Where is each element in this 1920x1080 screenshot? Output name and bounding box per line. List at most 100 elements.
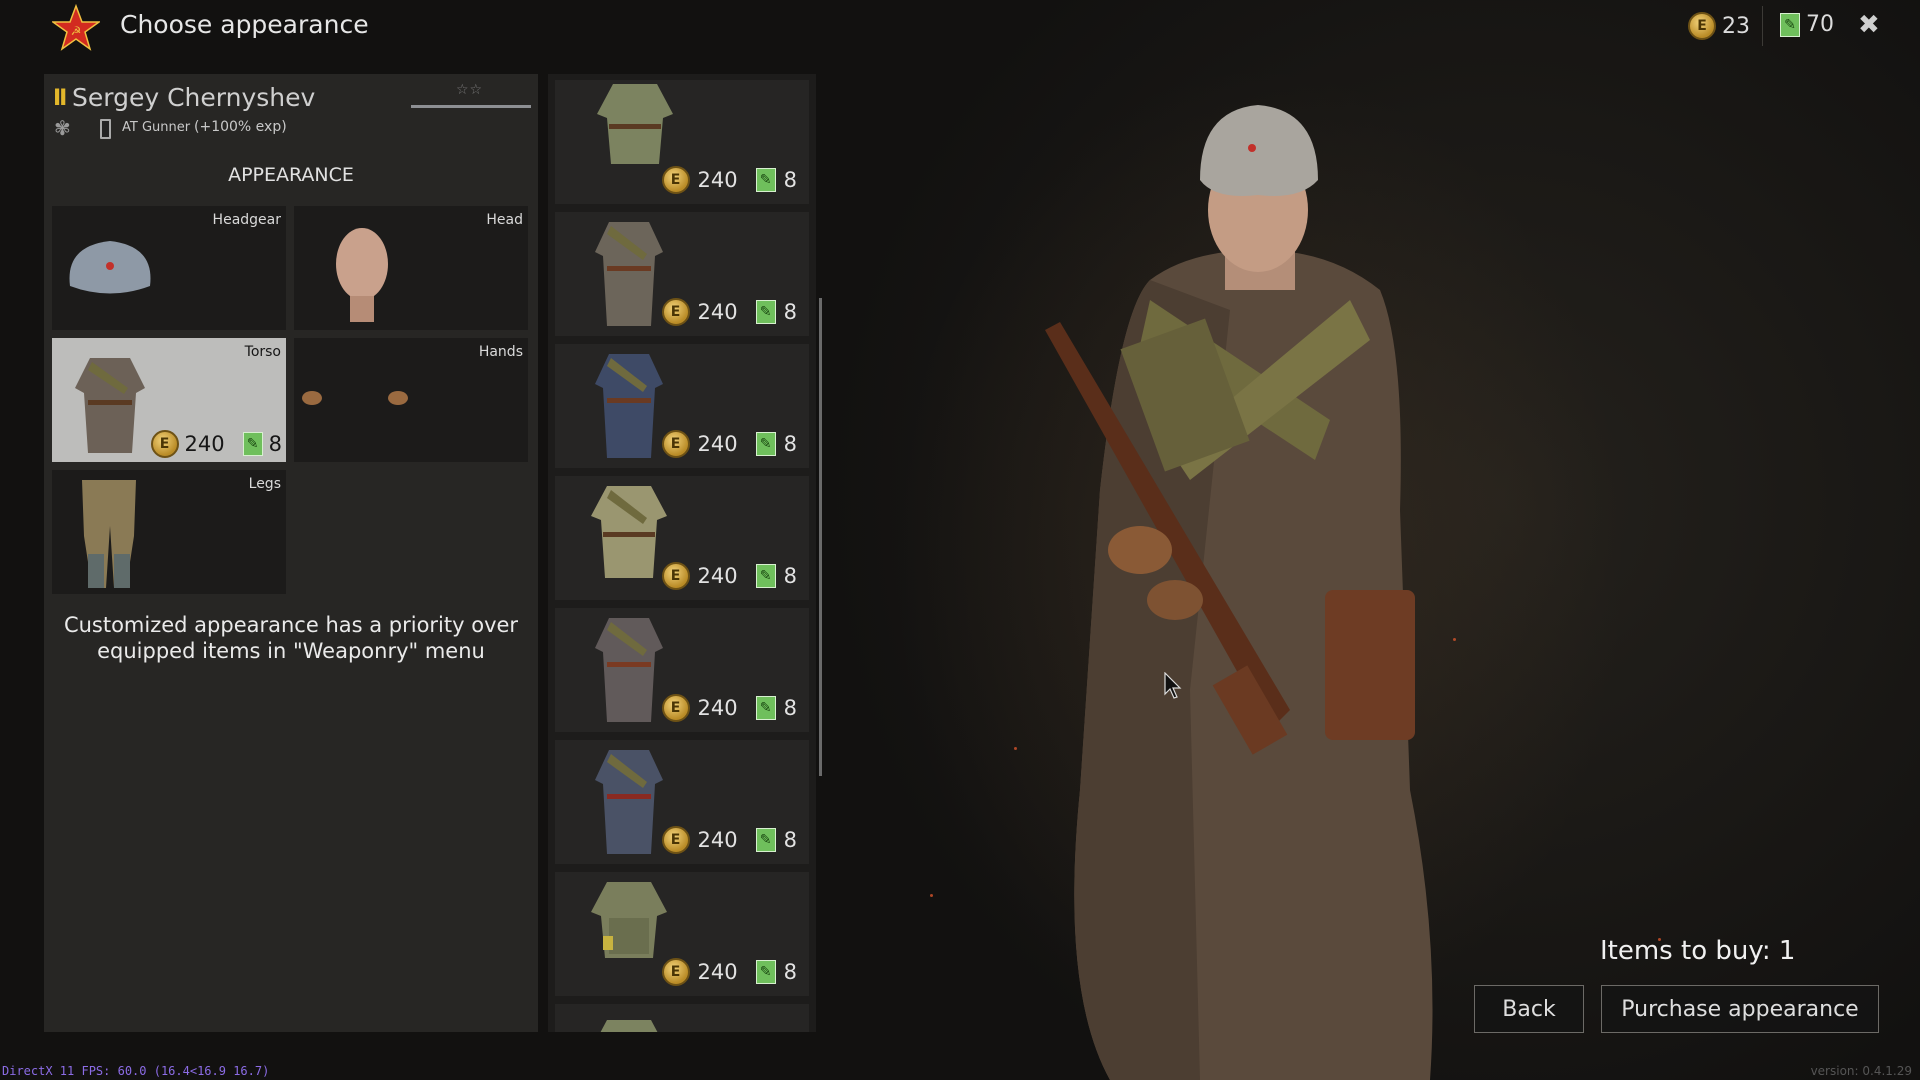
silver-coin-icon: E bbox=[661, 562, 690, 590]
ticket-icon: ✎ bbox=[755, 960, 776, 984]
hands-thumbnail bbox=[302, 391, 408, 405]
appearance-title: APPEARANCE bbox=[228, 164, 354, 186]
note-line-1: Customized appearance has a priority ove… bbox=[63, 613, 519, 637]
silver-coin-icon: E bbox=[661, 298, 690, 326]
item-thumbnail bbox=[597, 84, 673, 164]
item-ticket-value: 8 bbox=[783, 960, 797, 984]
item-price-value: 240 bbox=[697, 168, 738, 192]
ticket-icon: ✎ bbox=[755, 828, 776, 852]
torso-item-list[interactable]: E 240 ✎ 8 E 240 ✎ 8 E 240 ✎ 8 E 240 ✎ 8 E 240 ✎ 8 E 240 ✎… bbox=[548, 74, 816, 1032]
item-ticket-value: 8 bbox=[783, 828, 797, 852]
soldier-appearance-panel: II Sergey Chernyshev ☆☆ ✾ AT Gunner (+10… bbox=[44, 74, 538, 1032]
item-price-value: 240 bbox=[697, 564, 738, 588]
item-card[interactable]: E 240 ✎ 8 bbox=[555, 872, 809, 996]
silver-coin-icon: E bbox=[661, 958, 690, 986]
silver-coin-icon: E bbox=[1688, 12, 1716, 40]
ticket-icon: ✎ bbox=[755, 168, 776, 192]
head-thumbnail bbox=[336, 228, 388, 322]
slot-headgear[interactable]: Headgear bbox=[52, 206, 286, 330]
torso-price: E 240 ✎ 8 bbox=[150, 430, 282, 458]
experience-bar bbox=[411, 105, 531, 108]
purchase-appearance-button[interactable]: Purchase appearance bbox=[1601, 985, 1879, 1033]
items-to-buy: Items to buy: 1 bbox=[1600, 936, 1796, 966]
item-card[interactable]: E 240 ✎ 8 bbox=[555, 212, 809, 336]
item-price-value: 240 bbox=[697, 432, 738, 456]
note-line-2: equipped items in "Weaponry" menu bbox=[97, 639, 485, 663]
slot-label: Torso bbox=[244, 344, 281, 360]
item-price: E 240 ✎ 8 bbox=[661, 826, 797, 854]
legs-thumbnail bbox=[82, 480, 136, 588]
item-price-value: 240 bbox=[697, 960, 738, 984]
item-price: E 240 ✎ 8 bbox=[661, 958, 797, 986]
soldier-model-preview[interactable] bbox=[1000, 90, 1500, 1080]
item-price: E 240 ✎ 8 bbox=[661, 694, 797, 722]
ticket-icon: ✎ bbox=[755, 564, 776, 588]
headgear-thumbnail bbox=[69, 241, 151, 294]
ticket-amount: 70 bbox=[1806, 12, 1834, 37]
slot-hands[interactable]: Hands bbox=[294, 338, 528, 462]
item-thumbnail bbox=[595, 222, 663, 326]
slot-torso[interactable]: Torso E 240 ✎ 8 bbox=[52, 338, 286, 462]
item-list-scrollbar[interactable] bbox=[819, 298, 822, 776]
ticket-icon: ✎ bbox=[242, 432, 263, 456]
item-ticket-value: 8 bbox=[783, 564, 797, 588]
battery-icon bbox=[100, 119, 111, 139]
item-price: E 240 ✎ 8 bbox=[661, 430, 797, 458]
item-ticket-value: 8 bbox=[783, 696, 797, 720]
appearance-priority-note: Customized appearance has a priority ove… bbox=[44, 612, 538, 664]
svg-text:☭: ☭ bbox=[71, 24, 82, 38]
item-card[interactable] bbox=[555, 1004, 809, 1032]
silver-coin-icon: E bbox=[150, 430, 179, 458]
slot-head[interactable]: Head bbox=[294, 206, 528, 330]
slot-label: Head bbox=[486, 212, 523, 228]
soviet-star-icon: ☭ bbox=[52, 4, 100, 51]
soldier-name: Sergey Chernyshev bbox=[72, 83, 316, 112]
item-thumbnail bbox=[591, 486, 667, 578]
item-card[interactable]: E 240 ✎ 8 bbox=[555, 608, 809, 732]
torso-price-value: 240 bbox=[184, 432, 225, 456]
item-ticket-value: 8 bbox=[783, 168, 797, 192]
ticket-icon: ✎ bbox=[755, 696, 776, 720]
torso-ticket-value: 8 bbox=[268, 432, 282, 456]
page-title: Choose appearance bbox=[120, 10, 369, 39]
debug-fps: DirectX 11 FPS: 60.0 (16.4<16.9 16.7) bbox=[2, 1064, 270, 1078]
item-thumbnail bbox=[595, 354, 663, 458]
item-card[interactable]: E 240 ✎ 8 bbox=[555, 80, 809, 204]
slot-label: Legs bbox=[248, 476, 281, 492]
ember-particle bbox=[930, 894, 933, 897]
item-ticket-value: 8 bbox=[783, 432, 797, 456]
ticket-icon: ✎ bbox=[755, 300, 776, 324]
item-price: E 240 ✎ 8 bbox=[661, 562, 797, 590]
mouse-cursor-icon bbox=[1164, 672, 1182, 699]
stars-icon: ☆☆ bbox=[456, 82, 484, 98]
silver-coin-icon: E bbox=[661, 826, 690, 854]
version-label: version: 0.4.1.29 bbox=[1810, 1064, 1912, 1078]
close-button[interactable]: ✖ bbox=[1858, 10, 1880, 40]
item-ticket-value: 8 bbox=[783, 300, 797, 324]
silver-amount: 23 bbox=[1722, 13, 1750, 39]
silver-coin-icon: E bbox=[661, 166, 690, 194]
ticket-icon: ✎ bbox=[1780, 12, 1800, 37]
item-thumbnail bbox=[595, 750, 663, 854]
item-price: E 240 ✎ 8 bbox=[661, 166, 797, 194]
item-thumbnail bbox=[600, 1020, 658, 1032]
item-price-value: 240 bbox=[697, 696, 738, 720]
item-card[interactable]: E 240 ✎ 8 bbox=[555, 476, 809, 600]
ticket-currency: ✎ 70 bbox=[1780, 12, 1834, 37]
item-thumbnail bbox=[591, 882, 667, 958]
silver-coin-icon: E bbox=[661, 694, 690, 722]
back-button[interactable]: Back bbox=[1474, 985, 1584, 1033]
item-card[interactable]: E 240 ✎ 8 bbox=[555, 344, 809, 468]
item-thumbnail bbox=[595, 618, 663, 722]
rank-icon: II bbox=[53, 86, 67, 111]
slot-legs[interactable]: Legs bbox=[52, 470, 286, 594]
item-price: E 240 ✎ 8 bbox=[661, 298, 797, 326]
top-bar: ☭ Choose appearance E 23 ✎ 70 ✖ bbox=[0, 0, 1920, 56]
exp-bonus: (+100% exp) bbox=[194, 119, 287, 135]
item-price-value: 240 bbox=[697, 828, 738, 852]
silver-currency: E 23 bbox=[1688, 12, 1750, 40]
soldier-class: AT Gunner bbox=[122, 120, 191, 135]
silver-coin-icon: E bbox=[661, 430, 690, 458]
laurel-icon: ✾ bbox=[54, 116, 71, 140]
item-card[interactable]: E 240 ✎ 8 bbox=[555, 740, 809, 864]
